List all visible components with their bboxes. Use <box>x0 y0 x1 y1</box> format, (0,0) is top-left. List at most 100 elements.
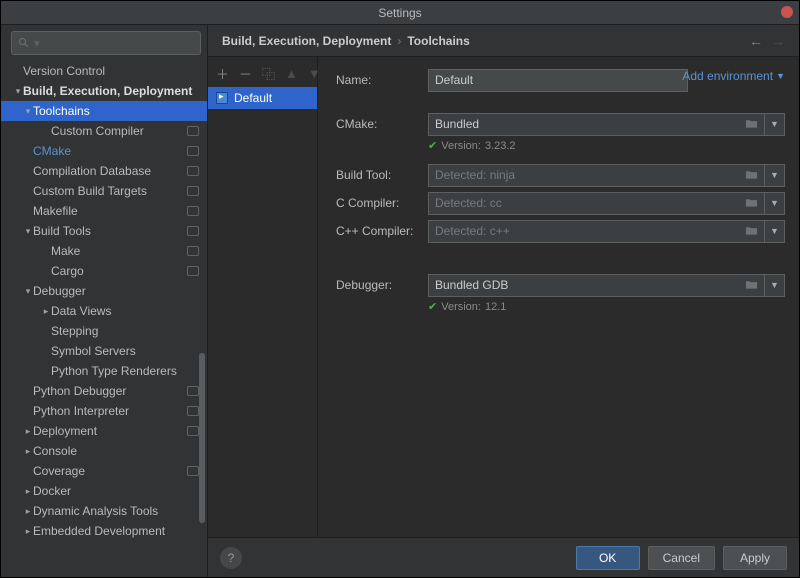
tree-node[interactable]: Makefile <box>1 201 207 221</box>
toolchain-item-label: Default <box>234 91 272 105</box>
cmake-dropdown[interactable]: ▼ <box>765 113 785 136</box>
chevron-right-icon: › <box>397 34 401 48</box>
tree-node[interactable]: ▸Data Views <box>1 301 207 321</box>
tree-node-label: Embedded Development <box>33 524 199 538</box>
tree-node-label: Compilation Database <box>33 164 187 178</box>
cancel-button[interactable]: Cancel <box>648 546 715 570</box>
name-label: Name: <box>336 73 428 87</box>
debugger-version: ✔ Version: 12.1 <box>428 300 785 313</box>
expand-icon: ▾ <box>13 86 23 97</box>
folder-icon[interactable] <box>745 169 758 183</box>
tree-node-label: Build, Execution, Deployment <box>23 84 199 98</box>
tree-node[interactable]: ▸Docker <box>1 481 207 501</box>
expand-icon: ▾ <box>23 106 33 117</box>
add-environment-link[interactable]: Add environment ▼ <box>682 69 785 83</box>
tree-node[interactable]: ▸Embedded Development <box>1 521 207 541</box>
tree-node[interactable]: ▾Build Tools <box>1 221 207 241</box>
tree-node-label: Make <box>51 244 187 258</box>
settings-tree[interactable]: Version Control▾Build, Execution, Deploy… <box>1 61 207 577</box>
project-scope-icon <box>187 246 199 256</box>
debugger-field[interactable]: Bundled GDB <box>428 274 765 297</box>
toolchain-item-default[interactable]: Default <box>208 87 317 109</box>
breadcrumb: Build, Execution, Deployment › Toolchain… <box>208 25 799 57</box>
project-scope-icon <box>187 266 199 276</box>
check-icon: ✔ <box>428 139 437 152</box>
tree-node[interactable]: Compilation Database <box>1 161 207 181</box>
build-tool-field[interactable]: Detected: ninja <box>428 164 765 187</box>
content: ＋ － ⿻ ▲ ▼ Default Add environment ▼ <box>208 57 799 537</box>
tree-node[interactable]: Python Debugger <box>1 381 207 401</box>
tree-node-label: Custom Build Targets <box>33 184 187 198</box>
dialog-footer: ? OK Cancel Apply <box>208 537 799 577</box>
project-scope-icon <box>187 406 199 416</box>
tree-node-label: Build Tools <box>33 224 187 238</box>
remove-icon[interactable]: － <box>239 64 252 83</box>
tree-node[interactable]: ▾Build, Execution, Deployment <box>1 81 207 101</box>
folder-icon[interactable] <box>745 118 758 132</box>
search-input[interactable]: ▾ <box>11 31 201 55</box>
help-icon[interactable]: ? <box>220 547 242 569</box>
tree-node[interactable]: Stepping <box>1 321 207 341</box>
tree-node-label: Python Interpreter <box>33 404 187 418</box>
tree-node[interactable]: Version Control <box>1 61 207 81</box>
cpp-compiler-field[interactable]: Detected: c++ <box>428 220 765 243</box>
tree-node[interactable]: Python Interpreter <box>1 401 207 421</box>
ok-button[interactable]: OK <box>576 546 640 570</box>
tree-node[interactable]: ▸Console <box>1 441 207 461</box>
tree-node[interactable]: Cargo <box>1 261 207 281</box>
c-compiler-dropdown[interactable]: ▼ <box>765 192 785 215</box>
tree-node-label: Debugger <box>33 284 199 298</box>
apply-button[interactable]: Apply <box>723 546 787 570</box>
tree-node-label: Toolchains <box>33 104 199 118</box>
tree-node[interactable]: Symbol Servers <box>1 341 207 361</box>
tree-node[interactable]: ▾Toolchains <box>1 101 207 121</box>
c-compiler-label: C Compiler: <box>336 196 428 210</box>
expand-icon: ▾ <box>23 226 33 237</box>
debugger-label: Debugger: <box>336 278 428 292</box>
up-icon[interactable]: ▲ <box>285 66 298 81</box>
tree-node-label: Makefile <box>33 204 187 218</box>
expand-icon: ▸ <box>23 486 33 497</box>
build-tool-label: Build Tool: <box>336 168 428 182</box>
project-scope-icon <box>187 126 199 136</box>
tree-node[interactable]: CMake <box>1 141 207 161</box>
tree-node[interactable]: ▾Debugger <box>1 281 207 301</box>
scrollbar[interactable] <box>199 353 205 523</box>
cmake-field[interactable]: Bundled <box>428 113 765 136</box>
project-scope-icon <box>187 426 199 436</box>
project-scope-icon <box>187 386 199 396</box>
tree-node-label: CMake <box>33 144 187 158</box>
tree-node[interactable]: Custom Compiler <box>1 121 207 141</box>
tree-node[interactable]: Coverage <box>1 461 207 481</box>
search-icon <box>18 37 30 49</box>
project-scope-icon <box>187 166 199 176</box>
back-icon[interactable]: ← <box>749 33 763 49</box>
project-scope-icon <box>187 206 199 216</box>
tree-node[interactable]: ▸Dynamic Analysis Tools <box>1 501 207 521</box>
cpp-compiler-label: C++ Compiler: <box>336 224 428 238</box>
expand-icon: ▸ <box>23 426 33 437</box>
tree-node[interactable]: Custom Build Targets <box>1 181 207 201</box>
name-field[interactable]: Default <box>428 69 688 92</box>
tree-node[interactable]: ▸Deployment <box>1 421 207 441</box>
cmake-version: ✔ Version: 3.23.2 <box>428 139 785 152</box>
expand-icon: ▾ <box>23 286 33 297</box>
forward-icon[interactable]: → <box>771 33 785 49</box>
build-tool-dropdown[interactable]: ▼ <box>765 164 785 187</box>
toolchain-toolbar: ＋ － ⿻ ▲ ▼ <box>208 63 317 83</box>
tree-node-label: Cargo <box>51 264 187 278</box>
c-compiler-field[interactable]: Detected: cc <box>428 192 765 215</box>
folder-icon[interactable] <box>745 279 758 293</box>
copy-icon[interactable]: ⿻ <box>262 64 275 83</box>
debugger-dropdown[interactable]: ▼ <box>765 274 785 297</box>
folder-icon[interactable] <box>745 225 758 239</box>
tree-node-label: Deployment <box>33 424 187 438</box>
close-icon[interactable] <box>781 6 793 18</box>
folder-icon[interactable] <box>745 197 758 211</box>
add-icon[interactable]: ＋ <box>216 64 229 83</box>
chevron-down-icon: ▼ <box>776 71 785 81</box>
tree-node[interactable]: Python Type Renderers <box>1 361 207 381</box>
tree-node[interactable]: Make <box>1 241 207 261</box>
cpp-compiler-dropdown[interactable]: ▼ <box>765 220 785 243</box>
check-icon: ✔ <box>428 300 437 313</box>
